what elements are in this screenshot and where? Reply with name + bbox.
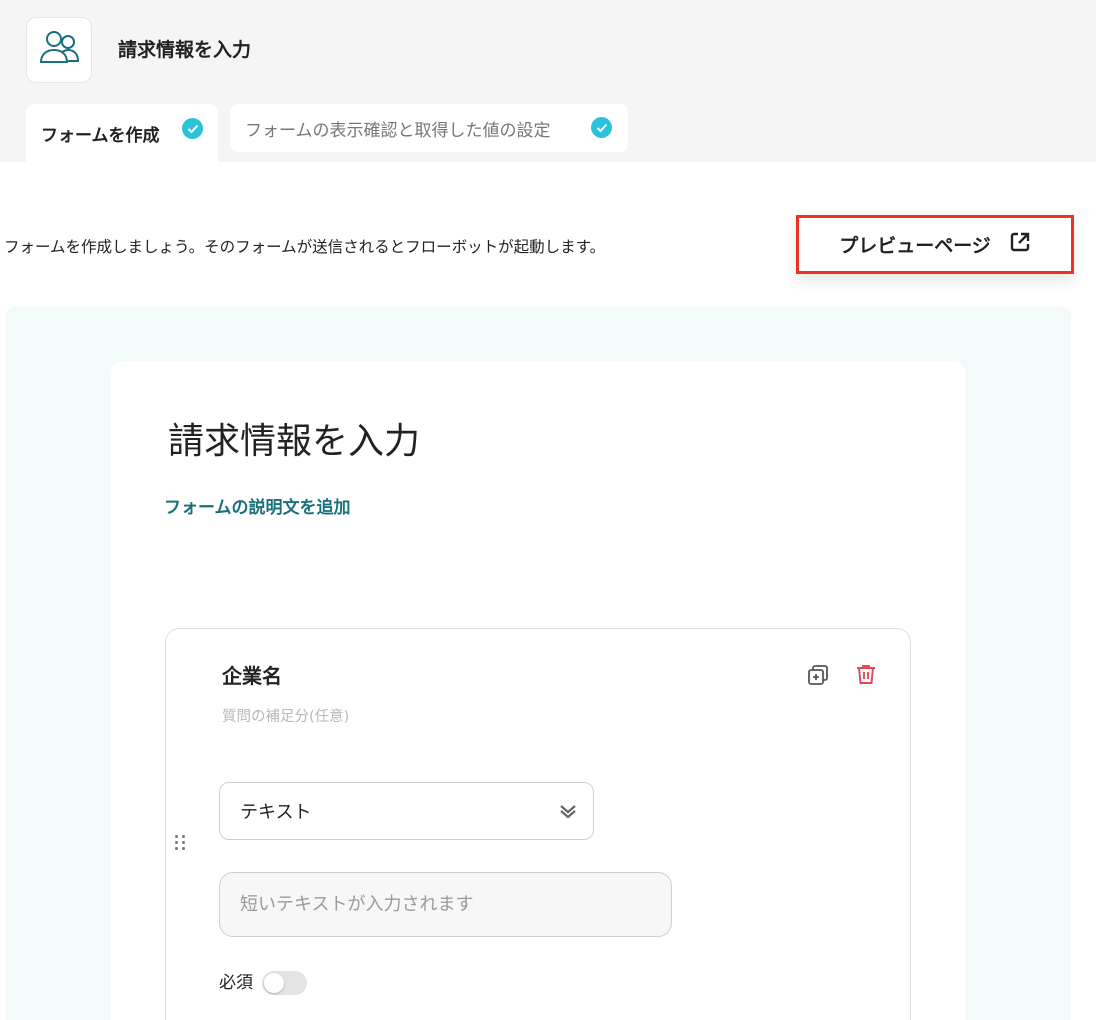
check-circle-icon (182, 118, 203, 139)
tab-confirm-form[interactable]: フォームの表示確認と取得した値の設定 (230, 104, 628, 152)
app-icon-box (26, 17, 92, 83)
chevron-down-icon (559, 803, 577, 824)
duplicate-icon[interactable] (804, 661, 832, 689)
tab-label: フォームを作成 (41, 125, 160, 146)
question-type-value: テキスト (240, 802, 312, 823)
question-type-select[interactable]: テキスト (219, 782, 594, 840)
toggle-knob (264, 973, 284, 993)
question-hint[interactable]: 質問の補足分(任意) (222, 706, 349, 728)
answer-input[interactable] (219, 872, 672, 937)
tab-create-form[interactable]: フォームを作成 (26, 104, 218, 162)
users-icon (38, 28, 80, 72)
form-title[interactable]: 請求情報を入力 (168, 418, 420, 466)
drag-handle-icon[interactable] (175, 835, 189, 855)
required-label: 必須 (219, 973, 253, 993)
check-circle-icon (591, 117, 612, 138)
preview-page-button[interactable]: プレビューページ (796, 215, 1074, 274)
app-title: 請求情報を入力 (118, 39, 252, 61)
add-description-link[interactable]: フォームの説明文を追加 (164, 496, 351, 520)
question-label[interactable]: 企業名 (222, 662, 282, 690)
preview-button-label: プレビューページ (839, 235, 991, 257)
trash-icon[interactable] (852, 660, 880, 688)
tab-label: フォームの表示確認と取得した値の設定 (245, 120, 551, 141)
intro-text: フォームを作成しましょう。そのフォームが送信されるとフローボットが起動します。 (4, 238, 606, 256)
required-toggle[interactable] (262, 971, 307, 995)
external-link-icon (1009, 231, 1031, 258)
